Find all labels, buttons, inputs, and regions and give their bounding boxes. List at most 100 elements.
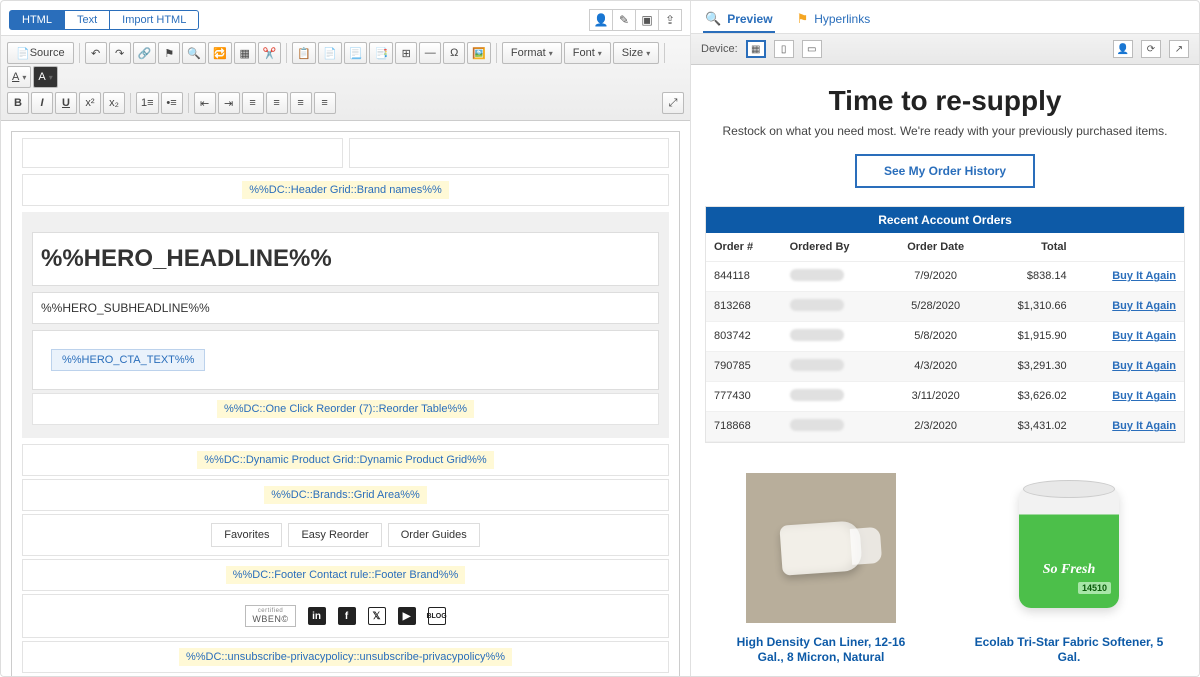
content-block-icon[interactable]: ▣ (635, 9, 659, 31)
subscript-button[interactable]: x₂ (103, 92, 125, 114)
copy-button[interactable]: 📋 (292, 42, 316, 64)
anchor-button[interactable]: ⚑ (158, 42, 180, 64)
paste-text-button[interactable]: 📃 (344, 42, 368, 64)
tab-import-html[interactable]: Import HTML (109, 10, 199, 30)
order-total: $1,915.90 (986, 321, 1075, 351)
hero-headline-token[interactable]: %%HERO_HEADLINE%% (32, 232, 659, 286)
specialchar-button[interactable]: Ω (443, 42, 465, 64)
preview-user-icon[interactable]: 👤 (1113, 40, 1133, 58)
bucket-brand-label: So Fresh (1019, 562, 1119, 578)
order-date: 2/3/2020 (886, 411, 986, 441)
undo-button[interactable]: ↶ (85, 42, 107, 64)
find-button[interactable]: 🔍 (182, 42, 206, 64)
bullet-list-button[interactable]: •≡ (161, 92, 183, 114)
linkedin-icon[interactable]: in (308, 607, 326, 625)
bold-button[interactable]: B (7, 92, 29, 114)
preview-pane: 🔍 Preview ⚑ Hyperlinks Device: ▦ ▯ ▭ 👤 ⟳… (691, 1, 1199, 676)
cut-button[interactable]: ✂️ (258, 42, 282, 64)
device-mobile-button[interactable]: ▯ (774, 40, 794, 58)
preview-refresh-icon[interactable]: ⟳ (1141, 40, 1161, 58)
unsubscribe-block[interactable]: %%DC::unsubscribe-privacypolicy::unsubsc… (22, 641, 669, 673)
superscript-button[interactable]: x² (79, 92, 101, 114)
product-card[interactable]: High Density Can Liner, 12-16 Gal., 8 Mi… (726, 473, 916, 666)
reorder-table-block[interactable]: %%DC::One Click Reorder (7)::Reorder Tab… (32, 393, 659, 425)
link-favorites[interactable]: Favorites (211, 523, 282, 547)
template-cell-empty-right[interactable] (349, 138, 670, 168)
align-center-button[interactable]: ≡ (266, 92, 288, 114)
order-id: 718868 (706, 411, 782, 441)
product-card[interactable]: So Fresh 14510 Ecolab Tri-Star Fabric So… (974, 473, 1164, 666)
indent-button[interactable]: ⇥ (218, 92, 240, 114)
hr-button[interactable]: — (419, 42, 441, 64)
editor-canvas[interactable]: %%DC::Header Grid::Brand names%% %%HERO_… (1, 121, 690, 676)
link-order-guides[interactable]: Order Guides (388, 523, 480, 547)
link-easy-reorder[interactable]: Easy Reorder (288, 523, 381, 547)
bgcolor-dropdown[interactable]: A (33, 66, 57, 88)
hero-section[interactable]: %%HERO_HEADLINE%% %%HERO_SUBHEADLINE%% %… (22, 212, 669, 438)
format-dropdown[interactable]: Format (502, 42, 562, 64)
selectall-button[interactable]: ▦ (234, 42, 256, 64)
buy-it-again-link[interactable]: Buy It Again (1112, 300, 1176, 312)
youtube-icon[interactable]: ▶ (398, 607, 416, 625)
editor-pane: HTML Text Import HTML 👤 ✎ ▣ ⇪ 📄 Source ↶… (1, 1, 691, 676)
table-button[interactable]: ⊞ (395, 42, 417, 64)
order-id: 790785 (706, 351, 782, 381)
tab-hyperlinks[interactable]: ⚑ Hyperlinks (795, 7, 873, 33)
brands-grid-block[interactable]: %%DC::Brands::Grid Area%% (22, 479, 669, 511)
template-cell-empty-left[interactable] (22, 138, 343, 168)
buy-it-again-link[interactable]: Buy It Again (1112, 420, 1176, 432)
tab-preview[interactable]: 🔍 Preview (703, 7, 775, 33)
tab-text[interactable]: Text (64, 10, 110, 30)
paste-word-button[interactable]: 📑 (369, 42, 393, 64)
hero-cta-block[interactable]: %%HERO_CTA_TEXT%% (32, 330, 659, 390)
link-button[interactable]: 🔗 (133, 42, 157, 64)
italic-button[interactable]: I (31, 92, 53, 114)
replace-button[interactable]: 🔁 (208, 42, 232, 64)
align-left-button[interactable]: ≡ (242, 92, 264, 114)
twitter-icon[interactable]: 𝕏 (368, 607, 386, 625)
user-icon[interactable]: 👤 (589, 9, 613, 31)
facebook-icon[interactable]: f (338, 607, 356, 625)
order-history-button[interactable]: See My Order History (855, 154, 1035, 188)
footer-contact-block[interactable]: %%DC::Footer Contact rule::Footer Brand%… (22, 559, 669, 591)
device-desktop-button[interactable]: ▦ (746, 40, 766, 58)
header-grid-block[interactable]: %%DC::Header Grid::Brand names%% (22, 174, 669, 206)
buy-it-again-link[interactable]: Buy It Again (1112, 330, 1176, 342)
flag-icon: ⚑ (797, 11, 809, 27)
order-date: 7/9/2020 (886, 261, 986, 291)
buy-it-again-link[interactable]: Buy It Again (1112, 360, 1176, 372)
personalization-icon[interactable]: ✎ (612, 9, 636, 31)
order-id: 813268 (706, 291, 782, 321)
redo-button[interactable]: ↷ (109, 42, 131, 64)
link-row-block[interactable]: Favorites Easy Reorder Order Guides (22, 514, 669, 556)
col-order-date: Order Date (886, 233, 986, 262)
email-template[interactable]: %%DC::Header Grid::Brand names%% %%HERO_… (11, 131, 680, 676)
align-right-button[interactable]: ≡ (290, 92, 312, 114)
size-dropdown[interactable]: Size (613, 42, 659, 64)
align-justify-button[interactable]: ≡ (314, 92, 336, 114)
order-date: 5/28/2020 (886, 291, 986, 321)
buy-it-again-link[interactable]: Buy It Again (1112, 270, 1176, 282)
buy-it-again-link[interactable]: Buy It Again (1112, 390, 1176, 402)
numbered-list-button[interactable]: 1≡ (136, 92, 159, 114)
tab-html[interactable]: HTML (9, 10, 65, 30)
image-button[interactable]: 🖼️ (467, 42, 491, 64)
underline-button[interactable]: U (55, 92, 77, 114)
expand-button[interactable]: ⤢ (662, 92, 684, 114)
social-share-icon[interactable]: ⇪ (658, 9, 682, 31)
social-row-block[interactable]: certified WBEN© in f 𝕏 ▶ BLOG (22, 594, 669, 638)
order-total: $1,310.66 (986, 291, 1075, 321)
hyperlinks-tab-label: Hyperlinks (814, 12, 870, 26)
device-tablet-button[interactable]: ▭ (802, 40, 822, 58)
product-grid: High Density Can Liner, 12-16 Gal., 8 Mi… (705, 473, 1185, 666)
paste-button[interactable]: 📄 (318, 42, 342, 64)
blog-icon[interactable]: BLOG (428, 607, 446, 625)
font-dropdown[interactable]: Font (564, 42, 611, 64)
dynamic-product-block[interactable]: %%DC::Dynamic Product Grid::Dynamic Prod… (22, 444, 669, 476)
outdent-button[interactable]: ⇤ (194, 92, 216, 114)
wbenc-label: WBEN© (252, 615, 288, 625)
textcolor-dropdown[interactable]: A (7, 66, 31, 88)
source-button[interactable]: 📄 Source (7, 42, 74, 64)
hero-subheadline-token[interactable]: %%HERO_SUBHEADLINE%% (32, 292, 659, 324)
preview-popout-icon[interactable]: ↗ (1169, 40, 1189, 58)
